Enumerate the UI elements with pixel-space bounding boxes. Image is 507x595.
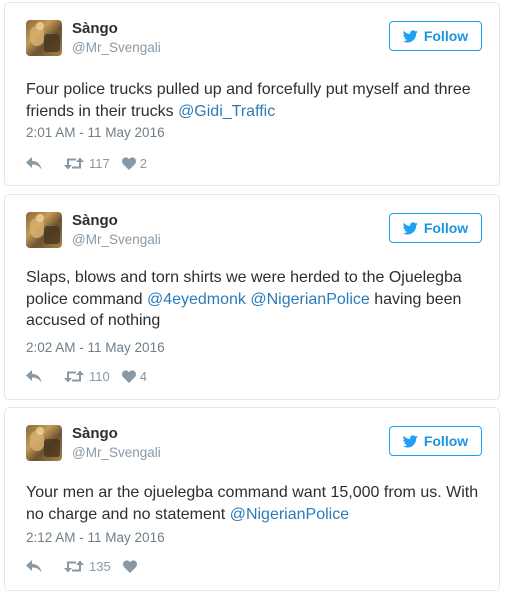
- avatar[interactable]: [26, 425, 62, 461]
- tweet-text: Four police trucks pulled up and forcefu…: [26, 79, 481, 122]
- follow-label: Follow: [423, 28, 469, 44]
- avatar[interactable]: [26, 212, 62, 248]
- retweet-count: 117: [89, 155, 110, 171]
- tweet-actions: 135: [26, 557, 141, 575]
- heart-icon: [122, 559, 137, 573]
- timestamp[interactable]: 2:12 AM - 11 May 2016: [26, 530, 165, 545]
- follow-button[interactable]: Follow: [389, 21, 482, 51]
- follow-label: Follow: [423, 220, 469, 236]
- user-handle[interactable]: @Mr_Svengali: [72, 40, 161, 55]
- reply-icon: [26, 559, 42, 572]
- retweet-count: 110: [89, 368, 110, 384]
- twitter-bird-icon: [402, 221, 418, 234]
- retweet-button[interactable]: 135: [64, 559, 111, 574]
- mention-link[interactable]: @4eyedmonk: [147, 291, 246, 308]
- tweet-actions: 110 4: [26, 367, 147, 385]
- avatar[interactable]: [26, 20, 62, 56]
- tweet-text: Slaps, blows and torn shirts we were her…: [26, 267, 481, 332]
- tweet-actions: 117 2: [26, 154, 147, 172]
- follow-button[interactable]: Follow: [389, 213, 482, 243]
- like-button[interactable]: 4: [121, 368, 147, 384]
- display-name[interactable]: Sàngo: [72, 212, 118, 229]
- user-handle[interactable]: @Mr_Svengali: [72, 232, 161, 247]
- retweet-count: 135: [89, 558, 111, 574]
- reply-icon: [26, 156, 42, 169]
- retweet-button[interactable]: 117: [64, 156, 110, 171]
- tweet-card: Sàngo @Mr_Svengali Follow Your men ar th…: [4, 407, 500, 591]
- timestamp[interactable]: 2:02 AM - 11 May 2016: [26, 340, 165, 355]
- like-button[interactable]: 2: [121, 155, 147, 171]
- mention-link[interactable]: @NigerianPolice: [250, 291, 369, 308]
- heart-icon: [121, 156, 136, 170]
- reply-button[interactable]: [26, 369, 44, 383]
- retweet-icon: [64, 370, 84, 382]
- reply-icon: [26, 369, 42, 382]
- mention-link[interactable]: @NigerianPolice: [230, 506, 349, 523]
- like-count: 4: [139, 368, 147, 384]
- tweet-text: Your men ar the ojuelegba command want 1…: [26, 482, 481, 525]
- retweet-icon: [64, 157, 84, 169]
- like-count: 2: [139, 155, 147, 171]
- reply-button[interactable]: [26, 156, 44, 170]
- twitter-bird-icon: [402, 29, 418, 42]
- follow-label: Follow: [423, 433, 469, 449]
- tweet-card: Sàngo @Mr_Svengali Follow Slaps, blows a…: [4, 194, 500, 400]
- display-name[interactable]: Sàngo: [72, 425, 118, 442]
- retweet-button[interactable]: 110: [64, 369, 110, 384]
- reply-button[interactable]: [26, 559, 44, 573]
- timestamp[interactable]: 2:01 AM - 11 May 2016: [26, 125, 165, 140]
- twitter-bird-icon: [402, 434, 418, 447]
- heart-icon: [121, 369, 136, 383]
- tweet-card: Sàngo @Mr_Svengali Follow Four police tr…: [4, 2, 500, 186]
- retweet-icon: [64, 560, 84, 572]
- like-button[interactable]: [122, 559, 141, 573]
- display-name[interactable]: Sàngo: [72, 20, 118, 37]
- follow-button[interactable]: Follow: [389, 426, 482, 456]
- user-handle[interactable]: @Mr_Svengali: [72, 445, 161, 460]
- mention-link[interactable]: @Gidi_Traffic: [178, 103, 275, 120]
